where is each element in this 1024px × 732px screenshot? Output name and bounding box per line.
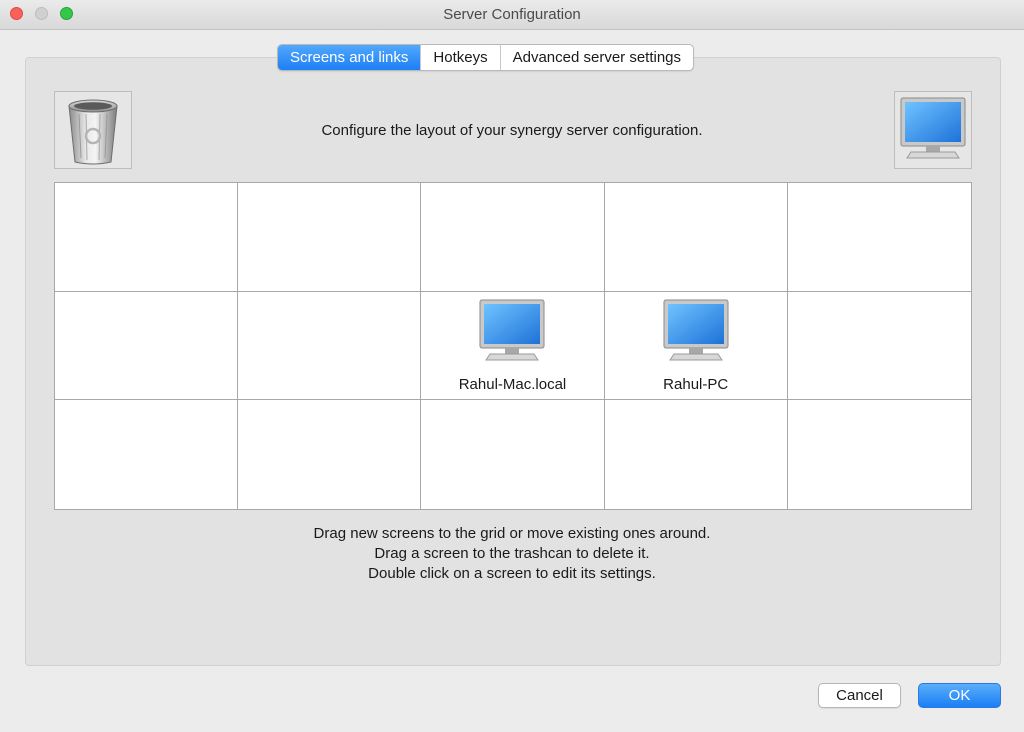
screen-rahul-mac-local[interactable]: Rahul-Mac.local bbox=[421, 298, 603, 393]
grid-cell[interactable] bbox=[55, 183, 239, 292]
grid-cell[interactable] bbox=[421, 400, 605, 509]
grid-cell[interactable] bbox=[787, 183, 971, 292]
screen-label: Rahul-Mac.local bbox=[458, 375, 567, 393]
monitor-icon bbox=[479, 299, 545, 361]
monitor-icon bbox=[900, 97, 966, 159]
ok-button[interactable]: OK bbox=[918, 683, 1001, 708]
grid-cell[interactable] bbox=[238, 400, 422, 509]
window-title: Server Configuration bbox=[443, 6, 581, 23]
grid-instructions: Drag new screens to the grid or move exi… bbox=[0, 524, 1024, 584]
tab-screens-and-links[interactable]: Screens and links bbox=[278, 45, 421, 70]
grid-cell[interactable] bbox=[421, 183, 605, 292]
layout-description: Configure the layout of your synergy ser… bbox=[321, 122, 703, 139]
tab-bar: Screens and links Hotkeys Advanced serve… bbox=[277, 44, 695, 71]
trash-drop-target[interactable] bbox=[54, 91, 132, 169]
server-configuration-window: Server Configuration Screens and links H… bbox=[0, 0, 1024, 732]
trash-icon bbox=[68, 99, 118, 165]
screen-rahul-pc[interactable]: Rahul-PC bbox=[605, 298, 787, 393]
grid-cell[interactable] bbox=[788, 400, 971, 509]
title-bar: Server Configuration bbox=[0, 0, 1024, 30]
grid-cell[interactable] bbox=[605, 400, 788, 509]
tab-advanced-server-settings[interactable]: Advanced server settings bbox=[499, 45, 693, 70]
instruction-line: Drag new screens to the grid or move exi… bbox=[313, 525, 711, 542]
monitor-icon bbox=[663, 299, 729, 361]
screen-label: Rahul-PC bbox=[663, 375, 729, 393]
grid-cell[interactable] bbox=[238, 291, 422, 401]
grid-cell[interactable] bbox=[604, 183, 788, 292]
cancel-button[interactable]: Cancel bbox=[818, 683, 901, 708]
grid-cell[interactable]: Rahul-Mac.local bbox=[421, 291, 605, 401]
instruction-line: Double click on a screen to edit its set… bbox=[368, 565, 656, 582]
grid-cell[interactable] bbox=[55, 400, 239, 509]
grid-cell[interactable] bbox=[238, 183, 422, 292]
new-screen-drag-source[interactable] bbox=[894, 91, 972, 169]
grid-cell[interactable] bbox=[55, 291, 239, 401]
tab-hotkeys[interactable]: Hotkeys bbox=[420, 45, 499, 70]
screen-layout-grid[interactable]: Rahul-Mac.local Rahul-PC bbox=[54, 182, 972, 510]
grid-cell[interactable]: Rahul-PC bbox=[604, 291, 788, 401]
instruction-line: Drag a screen to the trashcan to delete … bbox=[374, 545, 650, 562]
grid-cell[interactable] bbox=[787, 292, 971, 401]
